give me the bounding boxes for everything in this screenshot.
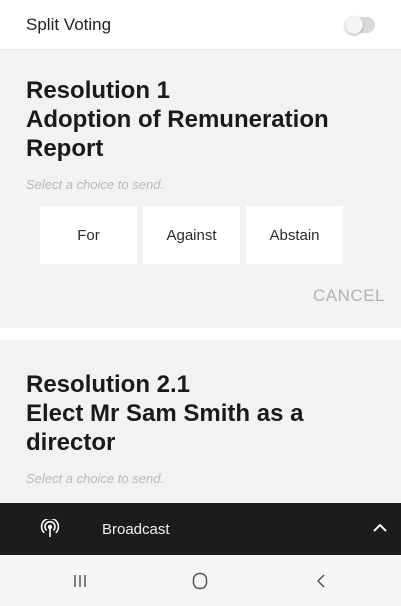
broadcast-label: Broadcast <box>102 520 170 538</box>
resolution-1-title-line2: Adoption of Remuneration <box>26 106 329 133</box>
resolution-card-1: Resolution 1 Adoption of Remuneration Re… <box>0 50 401 328</box>
split-voting-toggle[interactable] <box>345 15 375 34</box>
resolution-1-title-line3: Report <box>26 135 104 162</box>
broadcast-bar[interactable]: Broadcast <box>0 503 401 555</box>
resolution-1-choices: For Against Abstain <box>40 206 375 264</box>
resolution-1-hint: Select a choice to send. <box>26 177 165 192</box>
resolution-2-title-line1: Resolution 2.1 <box>26 371 191 398</box>
resolution-2-title: Resolution 2.1 Elect Mr Sam Smith as a d… <box>26 370 375 457</box>
chevron-up-icon[interactable] <box>373 520 387 538</box>
back-icon[interactable] <box>291 561 351 601</box>
recents-icon[interactable] <box>50 561 110 601</box>
resolution-2-title-line2: Elect Mr Sam Smith as a <box>26 400 304 427</box>
resolution-1-title: Resolution 1 Adoption of Remuneration Re… <box>26 76 375 163</box>
cancel-button[interactable]: CANCEL <box>313 286 385 305</box>
cancel-row: CANCEL <box>26 286 385 306</box>
system-nav-bar <box>0 555 401 606</box>
split-voting-row: Split Voting <box>0 0 401 50</box>
home-icon[interactable] <box>170 561 230 601</box>
broadcast-icon <box>40 519 60 539</box>
toggle-knob <box>345 15 363 34</box>
split-voting-label: Split Voting <box>26 14 112 34</box>
resolution-1-title-line1: Resolution 1 <box>26 77 171 104</box>
resolution-2-hint: Select a choice to send. <box>26 471 165 486</box>
card-divider <box>0 328 401 340</box>
resolution-2-title-line3: director <box>26 429 116 456</box>
choice-abstain-button[interactable]: Abstain <box>246 206 343 264</box>
choice-for-button[interactable]: For <box>40 206 137 264</box>
choice-against-button[interactable]: Against <box>143 206 240 264</box>
